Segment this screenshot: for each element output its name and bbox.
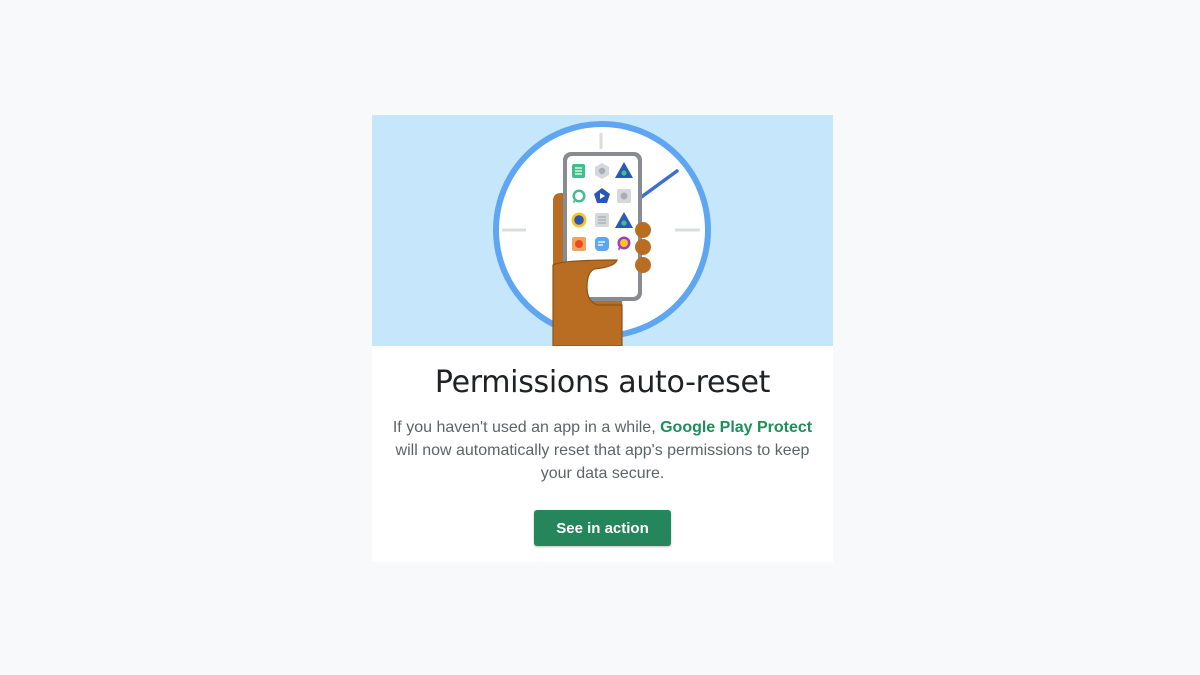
circle-icon bbox=[571, 212, 587, 228]
hero-illustration bbox=[372, 115, 833, 346]
google-play-protect-link[interactable]: Google Play Protect bbox=[660, 419, 812, 436]
fingers-icon bbox=[635, 222, 651, 273]
list-icon bbox=[595, 213, 609, 227]
card-title: Permissions auto-reset bbox=[434, 365, 771, 400]
square-dot-icon bbox=[572, 237, 586, 251]
see-in-action-button[interactable]: See in action bbox=[534, 510, 671, 546]
illustration-svg bbox=[493, 121, 711, 346]
message-icon bbox=[595, 237, 609, 251]
permissions-card: Permissions auto-reset If you haven't us… bbox=[372, 115, 833, 562]
square-icon bbox=[617, 189, 631, 203]
description-prefix: If you haven't used an app in a while, bbox=[392, 419, 661, 436]
description-suffix: will now automatically reset that app's … bbox=[395, 442, 810, 482]
document-icon bbox=[572, 164, 585, 178]
card-description: If you haven't used an app in a while, G… bbox=[392, 416, 813, 485]
